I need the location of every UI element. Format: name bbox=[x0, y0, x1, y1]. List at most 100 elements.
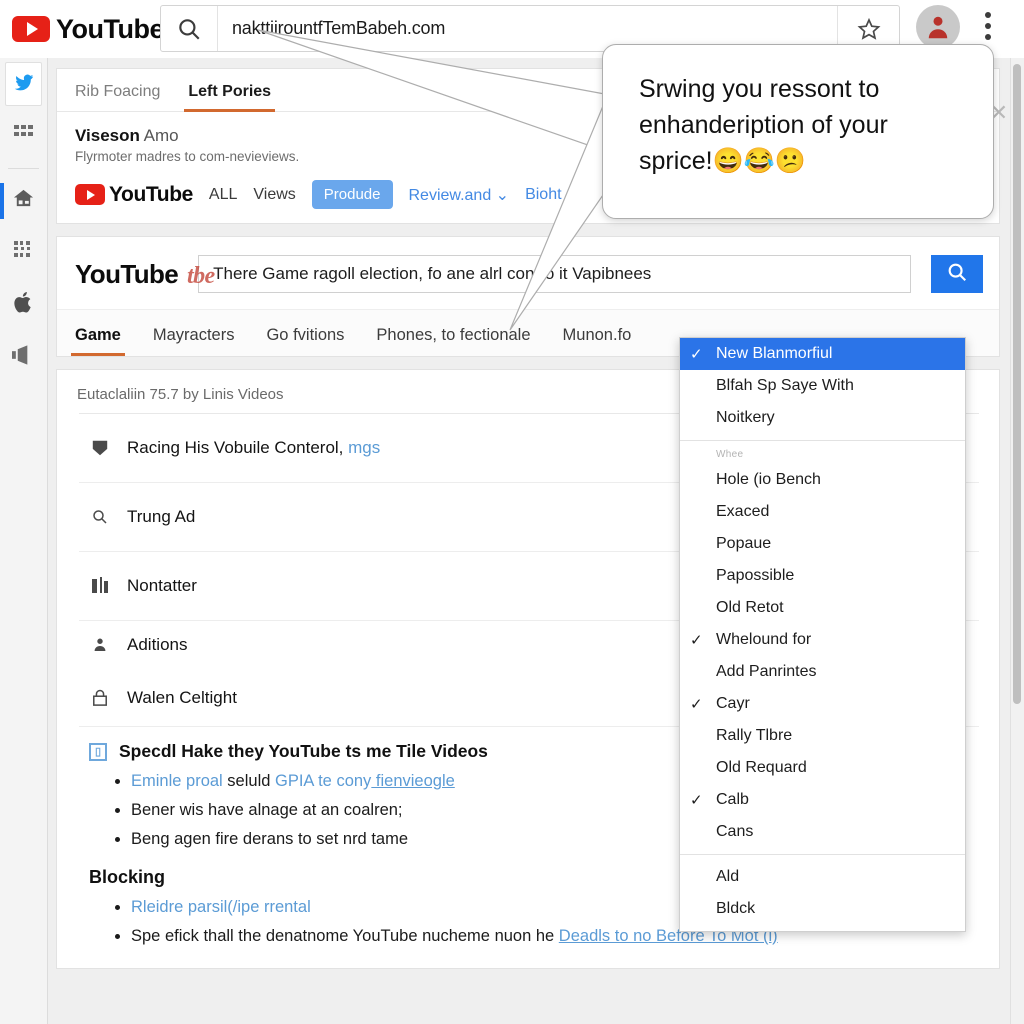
chip-all[interactable]: ALL bbox=[209, 186, 237, 204]
sidebar-item-qrcode[interactable] bbox=[0, 227, 47, 279]
chart-icon bbox=[89, 577, 111, 595]
tab-rib-foacing[interactable]: Rib Foacing bbox=[75, 83, 160, 111]
bullet-mid: Bener wis have alnage at an coalren; bbox=[131, 801, 403, 819]
menu-item-label: Noitkery bbox=[716, 409, 775, 426]
rich-heading: Specdl Hake they YouTube ts me Tile Vide… bbox=[119, 741, 488, 761]
menu-item-label: Old Requard bbox=[716, 759, 807, 776]
menu-item[interactable]: Ald bbox=[680, 861, 965, 893]
list-item-label: Racing His Vobuile Conterol, mgs bbox=[127, 438, 380, 458]
youtube-chip-text: YouTube bbox=[109, 182, 193, 206]
tab-go-fvitions[interactable]: Go fvitions bbox=[266, 314, 344, 356]
menu-item[interactable]: ✓ Calb bbox=[680, 784, 965, 816]
speech-bubble: Srwing you ressont to enhandeription of … bbox=[602, 44, 994, 219]
menu-item-label: Blfah Sp Saye With bbox=[716, 377, 854, 394]
scrollbar-thumb[interactable] bbox=[1013, 64, 1021, 704]
book-icon: ▯ bbox=[89, 742, 107, 761]
youtube-search-brand-text: YouTube bbox=[75, 258, 179, 289]
menu-item-label: Hole (io Bench bbox=[716, 471, 821, 488]
menu-item[interactable]: Bldck bbox=[680, 893, 965, 925]
kebab-menu-icon[interactable] bbox=[985, 12, 991, 45]
menu-item-label: Cans bbox=[716, 823, 754, 840]
menu-item[interactable]: Noitkery bbox=[680, 402, 965, 434]
red-scribble-annotation: tbe bbox=[187, 262, 215, 289]
twitter-icon bbox=[13, 71, 35, 98]
bullet-mid: Beng agen fire derans to set nrd tame bbox=[131, 830, 409, 848]
vertical-scrollbar[interactable] bbox=[1010, 58, 1024, 1024]
bubble-line-3: sprice! bbox=[639, 147, 713, 175]
bullet-link[interactable]: GPIA te cony bbox=[275, 772, 371, 790]
viseson-title-bold: Viseson bbox=[75, 126, 140, 145]
search-icon bbox=[161, 16, 217, 42]
menu-item-label: Add Panrintes bbox=[716, 663, 817, 680]
youtube-search-brand: YouTube tbe bbox=[75, 258, 215, 290]
qr-code-icon bbox=[13, 240, 34, 266]
speaker-icon bbox=[12, 344, 35, 370]
menu-item[interactable]: Rally Tlbre bbox=[680, 720, 965, 752]
check-icon: ✓ bbox=[690, 696, 703, 713]
bubble-line-1: Srwing you ressont to bbox=[639, 75, 880, 103]
menu-divider bbox=[680, 440, 965, 441]
menu-item[interactable]: ✓ Cayr bbox=[680, 688, 965, 720]
bullet-link[interactable]: Rleidre parsil(/ipe rrental bbox=[131, 898, 311, 916]
bubble-line-2: enhandeription of your bbox=[639, 111, 888, 139]
list-item-link[interactable]: mgs bbox=[348, 438, 380, 457]
sidebar-item-speaker[interactable] bbox=[0, 331, 47, 383]
menu-item[interactable]: Cans bbox=[680, 816, 965, 848]
menu-item-label: New Blanmorfiul bbox=[716, 345, 833, 362]
tab-mayracters[interactable]: Mayracters bbox=[153, 314, 235, 356]
menu-item[interactable]: ✓ New Blanmorfiul bbox=[680, 338, 965, 370]
bullet-mid: seluld bbox=[222, 772, 275, 790]
check-icon: ✓ bbox=[690, 792, 703, 809]
menu-item[interactable]: ✓ Whelound for bbox=[680, 624, 965, 656]
menu-item[interactable]: Old Retot bbox=[680, 592, 965, 624]
tab-game[interactable]: Game bbox=[71, 314, 125, 356]
menu-item-label: Popaue bbox=[716, 535, 772, 552]
rail-divider bbox=[8, 168, 39, 169]
check-icon: ✓ bbox=[690, 632, 703, 649]
left-rail bbox=[0, 58, 48, 1024]
sidebar-item-apple[interactable] bbox=[0, 279, 47, 331]
emoji-group: 😄😂😕 bbox=[712, 147, 807, 175]
search-submit-button[interactable] bbox=[931, 255, 983, 293]
menu-item-label: Calb bbox=[716, 791, 749, 808]
menu-divider bbox=[680, 854, 965, 855]
home-icon bbox=[12, 187, 35, 215]
search-icon bbox=[89, 508, 111, 526]
avatar[interactable] bbox=[916, 5, 960, 49]
menu-item-label: Ald bbox=[716, 868, 740, 885]
sidebar-item-apps[interactable] bbox=[0, 110, 47, 162]
youtube-brand-text: YouTube bbox=[56, 13, 164, 44]
viseson-title-rest: Amo bbox=[139, 126, 179, 145]
menu-item-label: Old Retot bbox=[716, 599, 784, 616]
lock-icon bbox=[89, 689, 111, 707]
tag-icon bbox=[89, 439, 111, 457]
youtube-play-icon bbox=[12, 16, 50, 42]
user-avatar-image bbox=[916, 5, 960, 49]
bullet-link-pre[interactable]: Eminle proal bbox=[131, 772, 223, 790]
menu-item-label: Exaced bbox=[716, 503, 770, 520]
screenshot-root: YouTube nakttiirountfTemBabeh.com Rib Fo… bbox=[0, 0, 1024, 1024]
menu-item-label: Papossible bbox=[716, 567, 795, 584]
menu-item[interactable]: Hole (io Bench bbox=[680, 464, 965, 496]
bullet-link-tail[interactable]: fienvieogle bbox=[371, 772, 455, 790]
menu-item[interactable]: Papossible bbox=[680, 560, 965, 592]
youtube-chip-logo[interactable]: YouTube bbox=[75, 183, 193, 207]
youtube-brand-logo[interactable]: YouTube bbox=[12, 14, 164, 45]
menu-item[interactable]: Blfah Sp Saye With bbox=[680, 370, 965, 402]
bullet-mid: Spe efick thall the denatnome YouTube nu… bbox=[131, 927, 559, 945]
bubble-line-3-row: sprice!😄😂😕 bbox=[639, 143, 971, 179]
list-item-label: Walen Celtight bbox=[127, 687, 237, 707]
menu-group-label: Whee bbox=[716, 449, 744, 460]
sidebar-item-home[interactable] bbox=[0, 175, 47, 227]
menu-item[interactable]: Old Requard bbox=[680, 752, 965, 784]
dropdown-menu[interactable]: ✓ New Blanmorfiul Blfah Sp Saye With Noi… bbox=[679, 337, 966, 932]
menu-item-label: Bldck bbox=[716, 900, 756, 917]
menu-item[interactable]: Popaue bbox=[680, 528, 965, 560]
menu-item[interactable]: Add Panrintes bbox=[680, 656, 965, 688]
menu-item[interactable]: Exaced bbox=[680, 496, 965, 528]
apple-icon bbox=[13, 291, 34, 319]
menu-item-label: Rally Tlbre bbox=[716, 727, 793, 744]
list-item-text: Racing His Vobuile Conterol, bbox=[127, 438, 349, 457]
sidebar-item-twitter[interactable] bbox=[5, 62, 42, 106]
youtube-play-icon bbox=[75, 184, 105, 205]
